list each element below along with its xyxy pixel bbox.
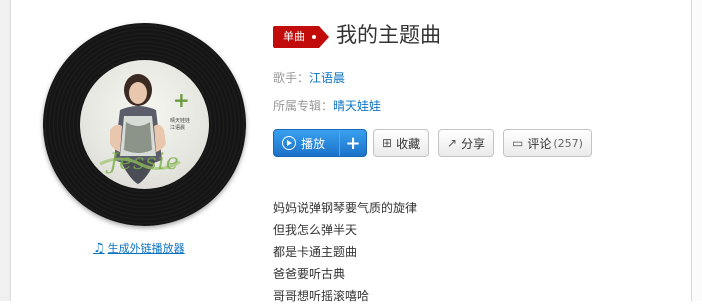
external-player-label: 生成外链播放器 [107, 242, 185, 255]
comment-button[interactable]: ▭ 评论 (257) [503, 129, 592, 157]
play-button[interactable]: 播放 [274, 130, 339, 156]
scrollbar[interactable] [691, 0, 702, 301]
lyric-line: 爸爸要听古典 [273, 267, 346, 281]
play-icon [282, 136, 296, 150]
cover-album-name: 晴天娃娃 [170, 118, 191, 124]
lyric-line: 都是卡通主题曲 [273, 245, 358, 259]
album-label: 所属专辑： [273, 99, 334, 113]
add-to-playlist-button[interactable]: + [339, 130, 366, 156]
cover-signature: Jessie [109, 150, 180, 175]
folder-plus-icon: ⊞ [382, 136, 393, 150]
lyric-line: 但我怎么弹半天 [273, 223, 358, 237]
album-row: 所属专辑：晴天娃娃 [273, 98, 381, 114]
play-label: 播放 [301, 136, 326, 151]
singer-label: 歌手： [273, 71, 310, 85]
lyric-line: 妈妈说弹钢琴要气质的旋律 [273, 201, 418, 215]
single-badge: 单曲 [273, 26, 329, 48]
comment-count: (257) [553, 136, 583, 150]
share-button[interactable]: ↗ 分享 [438, 129, 495, 157]
lyric-line: 哥哥想听摇滚嘻哈 [273, 289, 370, 303]
badge-dot [312, 35, 316, 39]
music-note-icon: ♫ [93, 240, 105, 256]
collect-button[interactable]: ⊞ 收藏 [373, 129, 430, 157]
cover-plus-mark: + [173, 88, 190, 112]
badge-label: 单曲 [283, 30, 305, 43]
song-title: 我的主题曲 [336, 23, 441, 47]
share-label: 分享 [461, 136, 486, 151]
comment-icon: ▭ [512, 136, 524, 150]
singer-row: 歌手：江语晨 [273, 70, 345, 86]
left-edge [0, 0, 11, 301]
collect-label: 收藏 [396, 136, 421, 151]
cover-text: 晴天娃娃 江语晨 [170, 118, 190, 132]
album-disc: + 晴天娃娃 江语晨 Jessie [43, 23, 246, 226]
external-player-link[interactable]: ♫ 生成外链播放器 [93, 240, 185, 256]
play-button-group: 播放 + [273, 129, 367, 157]
album-link[interactable]: 晴天娃娃 [333, 99, 381, 113]
cover-artist-name: 江语晨 [170, 125, 186, 131]
singer-link[interactable]: 江语晨 [309, 71, 345, 85]
comment-label: 评论 [527, 136, 552, 151]
album-cover: + 晴天娃娃 江语晨 Jessie [80, 60, 209, 189]
share-icon: ↗ [447, 136, 458, 150]
